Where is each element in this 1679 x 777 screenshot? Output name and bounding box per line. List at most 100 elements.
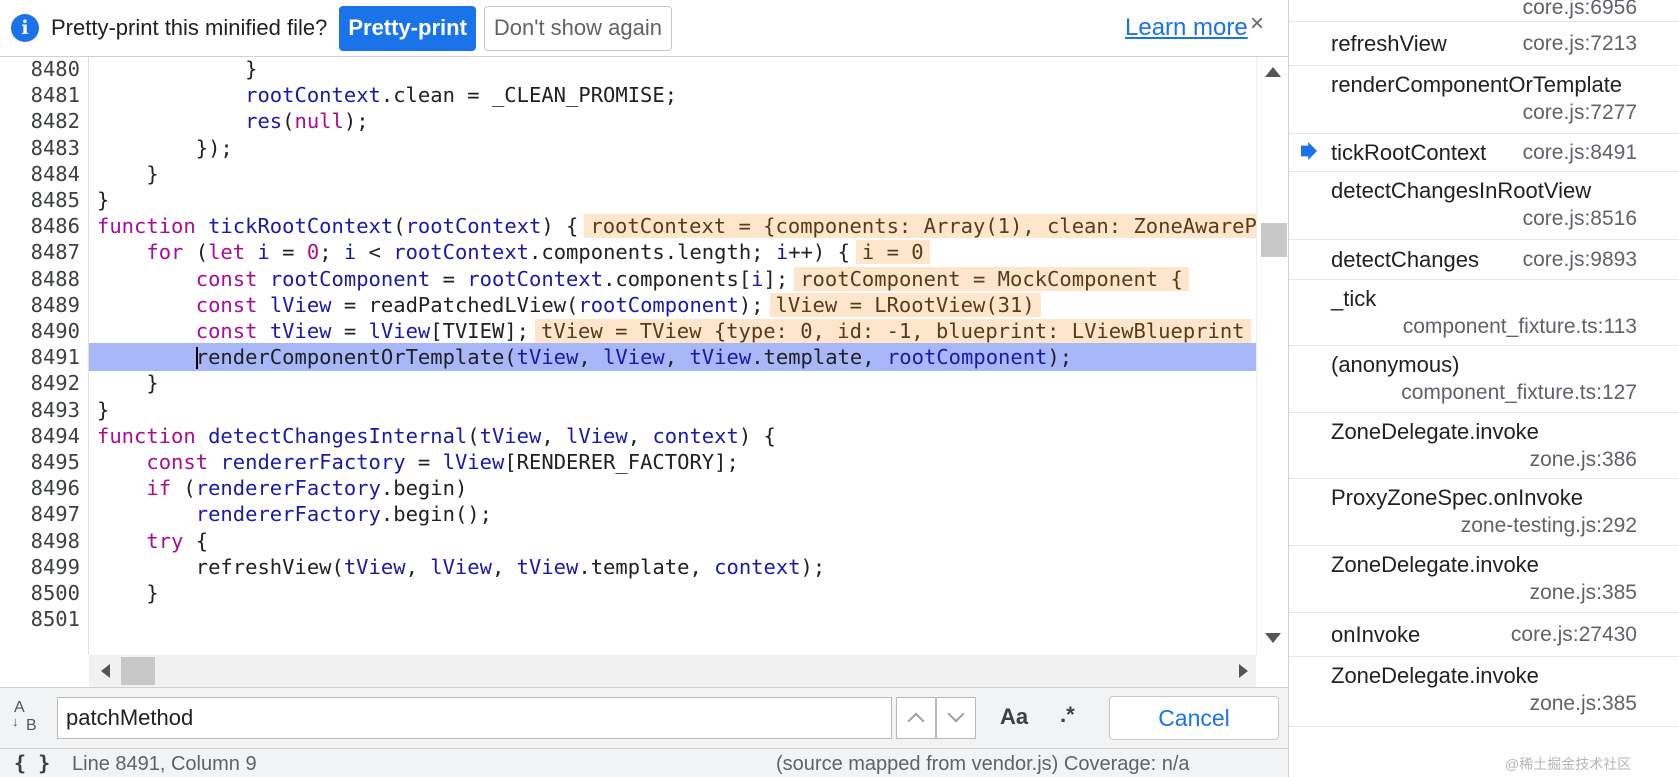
- code-line[interactable]: const rendererFactory = lView[RENDERER_F…: [97, 448, 1256, 476]
- line-number[interactable]: 8483: [0, 134, 80, 162]
- line-number[interactable]: 8493: [0, 396, 80, 424]
- code-line[interactable]: }: [97, 57, 1256, 83]
- call-frame[interactable]: ZoneDelegate.invoke zone.js:386: [1289, 413, 1679, 479]
- line-number[interactable]: 8491: [0, 343, 80, 371]
- call-frame[interactable]: (anonymous) component_fixture.ts:127: [1289, 346, 1679, 413]
- call-frame-location[interactable]: component_fixture.ts:127: [1401, 381, 1637, 405]
- call-frame-location[interactable]: core.js:6956: [1523, 0, 1637, 20]
- current-frame-arrow-icon: [1301, 142, 1317, 160]
- code-line[interactable]: function tickRootContext(rootContext) {r…: [97, 212, 1256, 240]
- code-line[interactable]: rendererFactory.begin();: [97, 500, 1256, 528]
- code-token: rootContext: [467, 266, 604, 291]
- code-editor[interactable]: 8480 8481 8482 8483 8484 8485 8486 8487 8488 8489…: [0, 57, 1256, 655]
- line-number[interactable]: 8488: [0, 265, 80, 293]
- line-number[interactable]: 8498: [0, 527, 80, 555]
- code-line[interactable]: [97, 605, 1256, 633]
- line-number[interactable]: 8489: [0, 291, 80, 319]
- call-frame[interactable]: ZoneDelegate.invoke zone.js:385: [1289, 657, 1679, 727]
- code-line[interactable]: rootContext.clean = _CLEAN_PROMISE;: [97, 81, 1256, 109]
- line-number[interactable]: 8492: [0, 369, 80, 397]
- call-frame[interactable]: detectChangesInRootView core.js:8516: [1289, 172, 1679, 240]
- line-number[interactable]: 8497: [0, 500, 80, 528]
- scroll-left-icon[interactable]: [101, 664, 110, 678]
- scroll-right-icon[interactable]: [1239, 664, 1248, 678]
- code-line[interactable]: for (let i = 0; i < rootContext.componen…: [97, 238, 1256, 266]
- regex-toggle[interactable]: .*: [1060, 702, 1075, 728]
- line-number[interactable]: 8482: [0, 107, 80, 135]
- call-frame-location[interactable]: core.js:7213: [1523, 32, 1637, 56]
- code-line[interactable]: }: [97, 579, 1256, 607]
- call-frame[interactable]: onInvoke core.js:27430: [1289, 613, 1679, 657]
- code-line[interactable]: const lView = readPatchedLView(rootCompo…: [97, 291, 1256, 319]
- call-frame-location[interactable]: core.js:8491: [1523, 141, 1637, 165]
- call-frame-location[interactable]: component_fixture.ts:113: [1403, 315, 1637, 339]
- dont-show-again-button[interactable]: Don't show again: [483, 5, 672, 51]
- line-number[interactable]: 8485: [0, 186, 80, 214]
- line-number[interactable]: 8501: [0, 605, 80, 633]
- search-input[interactable]: [57, 697, 892, 739]
- vertical-scrollbar[interactable]: [1256, 57, 1288, 655]
- line-number[interactable]: 8495: [0, 448, 80, 476]
- line-number-gutter[interactable]: 8480 8481 8482 8483 8484 8485 8486 8487 8488 8489…: [0, 57, 89, 655]
- close-icon[interactable]: ×: [1250, 10, 1264, 38]
- info-icon: i: [11, 14, 39, 42]
- call-frame[interactable]: ProxyZoneSpec.onInvoke zone-testing.js:29…: [1289, 479, 1679, 546]
- call-frame-location[interactable]: core.js:27430: [1511, 623, 1637, 647]
- code-line[interactable]: });: [97, 134, 1256, 162]
- call-frame-location[interactable]: zone-testing.js:292: [1461, 514, 1637, 538]
- code-line[interactable]: const tView = lView[TVIEW]; tView = TView…: [97, 317, 1256, 345]
- call-frame-location[interactable]: core.js:8516: [1523, 207, 1637, 231]
- code-line[interactable]: const rootComponent = rootContext.compon…: [97, 265, 1256, 293]
- code-line[interactable]: function detectChangesInternal(tView, lV…: [97, 422, 1256, 450]
- code-line[interactable]: }: [97, 160, 1256, 188]
- code-line[interactable]: }: [97, 396, 1256, 424]
- line-number[interactable]: 8481: [0, 81, 80, 109]
- cancel-button[interactable]: Cancel: [1109, 696, 1279, 740]
- call-frame[interactable]: core.js:6956: [1289, 0, 1679, 22]
- vertical-scroll-thumb[interactable]: [1261, 223, 1287, 257]
- scroll-down-icon[interactable]: [1265, 633, 1281, 643]
- call-frame[interactable]: detectChanges core.js:9893: [1289, 240, 1679, 280]
- call-frame[interactable]: ZoneDelegate.invoke zone.js:385: [1289, 546, 1679, 613]
- code-line[interactable]: if (rendererFactory.begin): [97, 474, 1256, 502]
- call-frame-location[interactable]: core.js:7277: [1523, 101, 1637, 125]
- horizontal-scrollbar[interactable]: [89, 655, 1256, 687]
- previous-match-button[interactable]: [896, 697, 936, 739]
- code-token: });: [97, 135, 233, 160]
- call-frame-location[interactable]: zone.js:385: [1530, 692, 1637, 716]
- call-frame-location[interactable]: zone.js:385: [1530, 581, 1637, 605]
- line-number[interactable]: 8484: [0, 160, 80, 188]
- code-line[interactable]: }: [97, 369, 1256, 397]
- next-match-button[interactable]: [936, 697, 976, 739]
- code-line[interactable]: res(null);: [97, 107, 1256, 135]
- call-frame-location[interactable]: core.js:9893: [1523, 248, 1637, 272]
- pretty-print-button[interactable]: Pretty-print: [339, 5, 476, 51]
- code-line[interactable]: refreshView(tView, lView, tView.template…: [97, 553, 1256, 581]
- line-number[interactable]: 8480: [0, 57, 80, 83]
- code-line[interactable]: try {: [97, 527, 1256, 555]
- code-token: lView: [603, 345, 665, 370]
- learn-more-link[interactable]: Learn more: [1125, 14, 1248, 42]
- line-number[interactable]: 8490: [0, 317, 80, 345]
- scroll-up-icon[interactable]: [1265, 67, 1281, 77]
- current-execution-line[interactable]: renderComponentOrTemplate(tView, lView, …: [89, 343, 1256, 372]
- call-frame[interactable]: refreshView core.js:7213: [1289, 22, 1679, 66]
- line-number[interactable]: 8496: [0, 474, 80, 502]
- horizontal-scroll-thumb[interactable]: [121, 657, 155, 685]
- match-case-toggle[interactable]: Aa: [1000, 704, 1028, 730]
- pretty-print-braces-icon[interactable]: { }: [14, 751, 50, 775]
- line-number[interactable]: 8500: [0, 579, 80, 607]
- line-number[interactable]: 8487: [0, 238, 80, 266]
- code-line[interactable]: }: [97, 186, 1256, 214]
- call-frame-location[interactable]: zone.js:386: [1530, 448, 1637, 472]
- line-number[interactable]: 8494: [0, 422, 80, 450]
- call-frame[interactable]: _tick component_fixture.ts:113: [1289, 280, 1679, 346]
- call-frame-current[interactable]: tickRootContext core.js:8491: [1289, 134, 1679, 172]
- line-number[interactable]: 8499: [0, 553, 80, 581]
- call-frame[interactable]: renderComponentOrTemplate core.js:7277: [1289, 66, 1679, 134]
- line-number[interactable]: 8486: [0, 212, 80, 240]
- replace-case-icon[interactable]: A ↓ B: [12, 700, 44, 736]
